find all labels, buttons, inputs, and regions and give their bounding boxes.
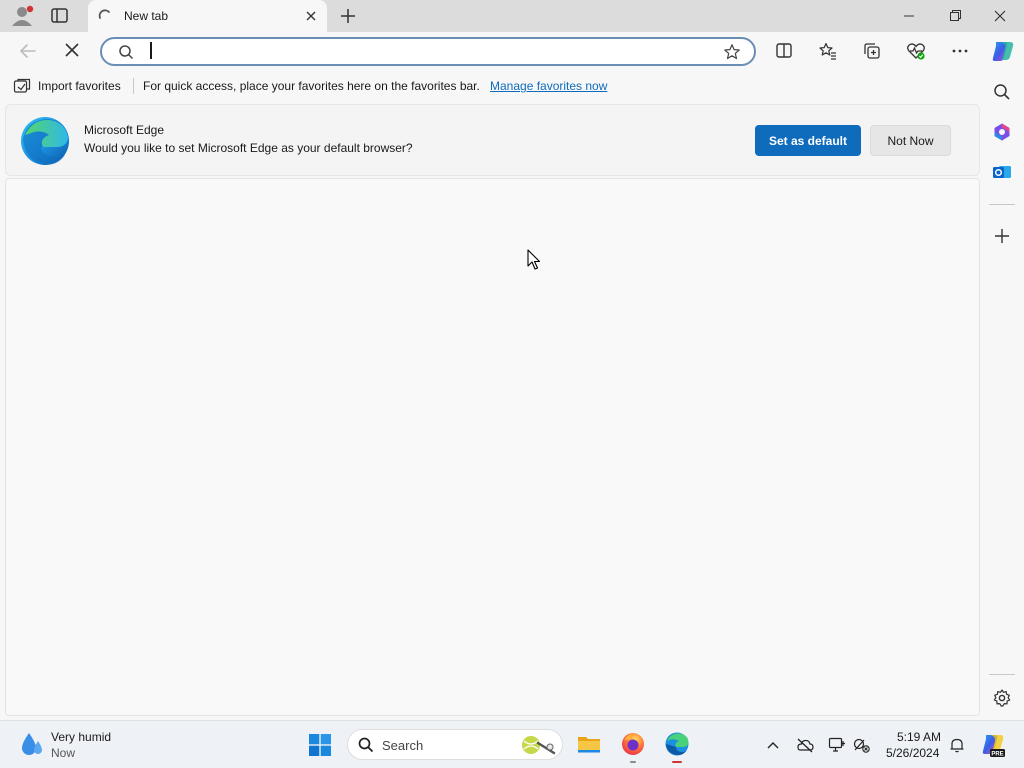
active-indicator — [672, 761, 682, 763]
mouse-cursor-icon — [527, 249, 541, 271]
edge-logo-icon — [19, 115, 71, 167]
weather-icon[interactable] — [18, 731, 44, 759]
clock-time[interactable]: 5:19 AM — [897, 730, 941, 744]
weather-condition[interactable]: Very humid — [51, 730, 111, 744]
collections-icon[interactable] — [862, 41, 882, 61]
set-as-default-button[interactable]: Set as default — [755, 125, 861, 156]
windows-start-icon[interactable] — [309, 734, 331, 756]
not-now-button[interactable]: Not Now — [870, 125, 951, 156]
infobar-message: Would you like to set Microsoft Edge as … — [84, 141, 413, 155]
favorite-star-icon[interactable] — [723, 43, 741, 61]
search-icon — [358, 737, 374, 753]
restore-icon[interactable] — [944, 8, 966, 24]
text-caret — [150, 42, 152, 59]
search-icon[interactable] — [992, 82, 1012, 102]
tab-title: New tab — [124, 9, 169, 23]
back-icon[interactable] — [18, 42, 38, 60]
weather-time: Now — [51, 746, 76, 760]
copilot-icon[interactable] — [990, 38, 1016, 64]
file-explorer-icon[interactable] — [576, 731, 602, 757]
sidebar-divider — [989, 674, 1015, 675]
edge-sidebar — [985, 70, 1024, 718]
tab-actions-icon[interactable] — [50, 7, 70, 25]
page-content[interactable] — [5, 178, 980, 716]
close-tab-icon[interactable] — [304, 9, 318, 23]
import-favorites-button[interactable]: Import favorites — [38, 79, 121, 93]
browser-essentials-icon[interactable] — [906, 41, 926, 61]
clock-date[interactable]: 5/26/2024 — [886, 746, 939, 760]
split-screen-icon[interactable] — [774, 41, 794, 61]
active-tab[interactable]: New tab — [88, 0, 327, 32]
network-icon[interactable] — [853, 737, 871, 753]
more-icon[interactable] — [950, 41, 970, 61]
favorites-divider — [133, 78, 134, 94]
address-input[interactable] — [148, 41, 708, 63]
taskbar-search-box[interactable]: Search — [347, 729, 563, 760]
running-indicator — [630, 761, 636, 763]
sidebar-divider — [989, 204, 1015, 205]
search-icon — [118, 44, 134, 60]
onedrive-offline-icon[interactable] — [796, 737, 814, 753]
favorites-icon[interactable] — [818, 41, 838, 61]
outlook-icon[interactable] — [992, 162, 1012, 182]
search-highlight-icon[interactable] — [520, 733, 558, 757]
display-icon[interactable] — [828, 737, 846, 753]
edge-icon[interactable] — [664, 731, 690, 757]
favorites-bar-message: For quick access, place your favorites h… — [143, 79, 480, 93]
default-browser-infobar: Microsoft Edge Would you like to set Mic… — [5, 104, 980, 176]
close-window-icon[interactable] — [989, 8, 1011, 24]
firefox-icon[interactable] — [620, 731, 646, 757]
favorites-bar: Import favorites For quick access, place… — [0, 70, 985, 100]
import-favorites-icon[interactable] — [13, 78, 31, 94]
svg-text:PRE: PRE — [991, 752, 1003, 758]
profile-avatar-icon[interactable] — [10, 5, 34, 27]
address-bar[interactable] — [100, 37, 756, 66]
infobar-title: Microsoft Edge — [84, 123, 165, 137]
copilot-preview-icon[interactable]: PRE — [980, 732, 1006, 758]
loading-spinner-icon — [98, 9, 112, 23]
taskbar: Very humid Now Search 5:19 AM 5/26/2024 … — [0, 720, 1024, 768]
tab-strip: New tab — [0, 0, 1024, 32]
microsoft-365-icon[interactable] — [992, 122, 1012, 142]
stop-loading-icon[interactable] — [62, 42, 82, 60]
new-tab-icon[interactable] — [340, 8, 356, 24]
notification-bell-icon[interactable] — [948, 737, 966, 753]
navigation-toolbar — [0, 32, 1024, 70]
add-icon[interactable] — [992, 226, 1012, 246]
settings-icon[interactable] — [992, 688, 1012, 708]
search-label: Search — [382, 738, 424, 753]
manage-favorites-link[interactable]: Manage favorites now — [490, 79, 607, 93]
chevron-up-icon[interactable] — [764, 737, 782, 753]
minimize-icon[interactable] — [898, 8, 920, 24]
